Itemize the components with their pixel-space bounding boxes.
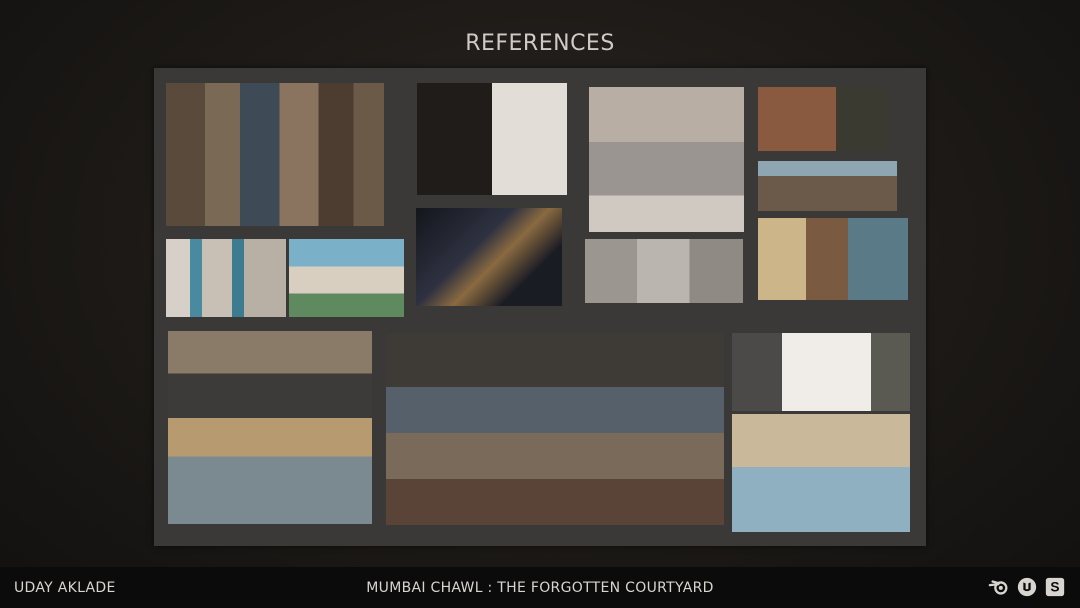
reference-image-plaster-textures bbox=[589, 87, 744, 232]
reference-image-colorful-windows bbox=[166, 239, 286, 317]
reference-image-night-lights bbox=[416, 208, 562, 306]
reference-image-ornament-patterns bbox=[732, 333, 910, 411]
project-title: MUMBAI CHAWL : THE FORGOTTEN COURTYARD bbox=[366, 580, 714, 596]
reference-image-props-sheet bbox=[417, 83, 567, 195]
reference-image-teal-window bbox=[758, 218, 908, 300]
software-logos: S bbox=[988, 576, 1066, 598]
reference-image-courtyard-collage bbox=[386, 333, 724, 525]
reference-board bbox=[154, 68, 926, 546]
reference-image-staircase bbox=[758, 87, 888, 151]
blender-icon bbox=[988, 580, 1008, 595]
slide-title: REFERENCES bbox=[465, 31, 615, 56]
substance-icon: S bbox=[1045, 577, 1065, 597]
reference-image-doors-and-walls bbox=[732, 414, 910, 532]
reference-image-interiors bbox=[168, 331, 372, 524]
reference-image-facades-collage bbox=[166, 83, 384, 226]
reference-image-blue-balconies bbox=[289, 239, 404, 317]
reference-image-chawl-exterior bbox=[758, 161, 897, 211]
footer-bar: UDAY AKLADE MUMBAI CHAWL : THE FORGOTTEN… bbox=[0, 567, 1080, 608]
unreal-icon bbox=[1017, 577, 1037, 597]
svg-text:S: S bbox=[1050, 580, 1059, 595]
reference-image-floor-tiles bbox=[585, 239, 743, 303]
